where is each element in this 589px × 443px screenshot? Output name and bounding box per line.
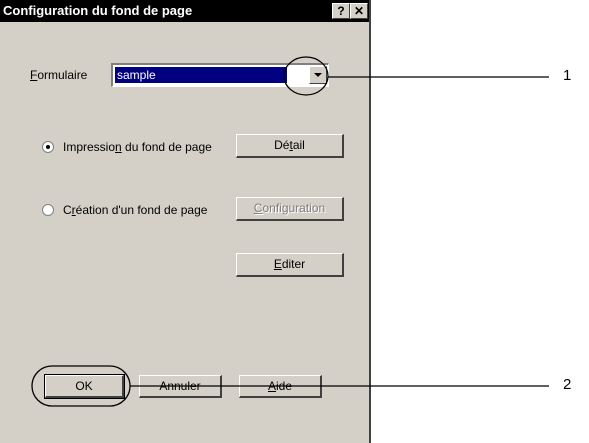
callout-number-1: 1 bbox=[563, 67, 572, 84]
callout-circle-2 bbox=[31, 365, 131, 407]
callout-overlay bbox=[31, 56, 549, 407]
callout-circle-1 bbox=[283, 56, 329, 96]
callout-number-2: 2 bbox=[563, 376, 572, 393]
